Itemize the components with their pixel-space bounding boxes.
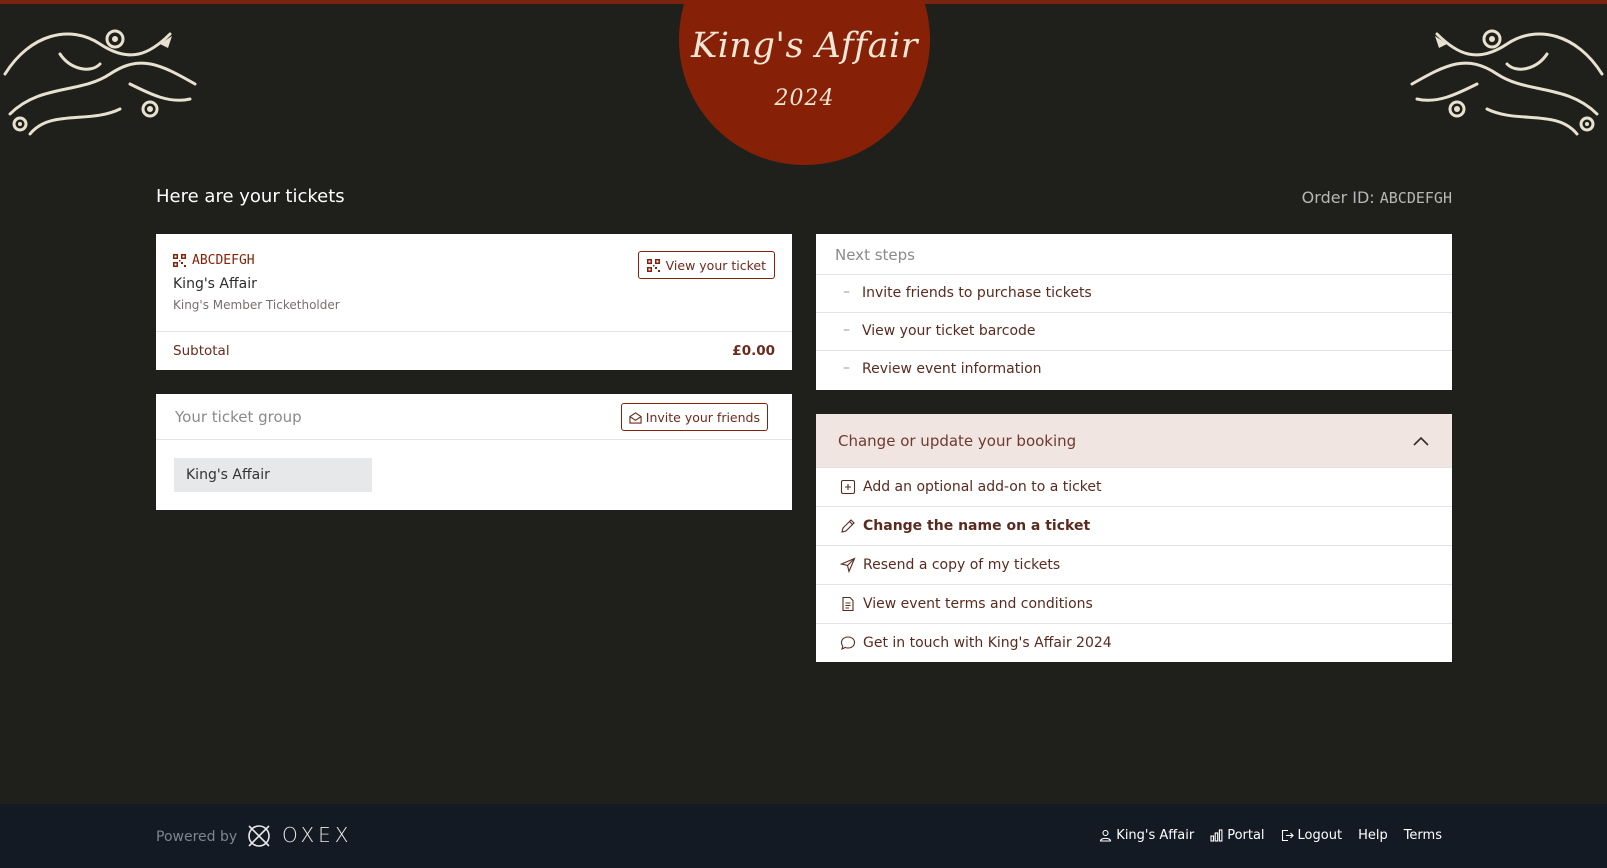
change-item-label: Resend a copy of my tickets <box>863 557 1061 573</box>
ornament-dragon-right <box>1410 29 1604 136</box>
change-booking-card: Change or update your booking Add an opt… <box>816 414 1452 662</box>
footer-links: King's Affair Portal Logout Help Terms <box>1099 828 1442 843</box>
footer-link-label: Logout <box>1297 828 1343 843</box>
change-item-label: Get in touch with King's Affair 2024 <box>863 635 1112 651</box>
change-item-contact[interactable]: Get in touch with King's Affair 2024 <box>816 624 1452 663</box>
invite-friends-button[interactable]: Invite your friends <box>620 403 768 431</box>
ticket-code-text: ABCDEFGH <box>192 253 255 268</box>
change-booking-header[interactable]: Change or update your booking <box>816 414 1452 468</box>
change-booking-title: Change or update your booking <box>838 432 1077 450</box>
event-logo[interactable]: King's Affair 2024 <box>679 0 930 165</box>
view-ticket-button[interactable]: View your ticket <box>637 251 775 279</box>
ornament-dragon-left <box>3 29 197 136</box>
logout-icon <box>1281 829 1294 842</box>
page-title: Here are your tickets <box>156 186 345 207</box>
chevron-up-icon[interactable] <box>1412 432 1430 450</box>
logo-title: King's Affair <box>691 26 918 66</box>
document-icon <box>842 596 854 612</box>
ticket-body: ABCDEFGH King's Affair King's Member Tic… <box>156 234 792 332</box>
dash-icon: – <box>843 322 850 338</box>
view-ticket-label: View your ticket <box>665 257 766 273</box>
order-id-label: Order ID: <box>1301 188 1375 207</box>
change-item-label: View event terms and conditions <box>863 596 1093 612</box>
order-id: Order ID: ABCDEFGH <box>1302 188 1452 207</box>
user-icon <box>1100 829 1112 842</box>
oxex-wordmark[interactable]: OXEX <box>282 823 353 847</box>
next-step-label: Invite friends to purchase tickets <box>862 285 1092 301</box>
plus-square-icon <box>840 479 856 495</box>
dash-icon: – <box>843 360 850 376</box>
qr-code-icon <box>646 258 660 272</box>
change-item-add-on[interactable]: Add an optional add-on to a ticket <box>816 468 1452 507</box>
invite-friends-label: Invite your friends <box>645 409 760 425</box>
bar-chart-icon <box>1210 829 1223 842</box>
subtotal-row: Subtotal £0.00 <box>156 332 792 370</box>
footer-link-help[interactable]: Help <box>1358 828 1388 843</box>
ticket-group-card: Your ticket group Invite your friends Ki… <box>156 394 792 510</box>
next-steps-card: Next steps – Invite friends to purchase … <box>816 234 1452 390</box>
change-item-resend[interactable]: Resend a copy of my tickets <box>816 546 1452 585</box>
send-icon <box>840 557 856 573</box>
next-step-item[interactable]: – Invite friends to purchase tickets <box>816 275 1452 313</box>
ticket-group-title: Your ticket group <box>175 408 302 426</box>
change-item-label: Add an optional add-on to a ticket <box>863 479 1102 495</box>
change-item-terms[interactable]: View event terms and conditions <box>816 585 1452 624</box>
dash-icon: – <box>843 284 850 300</box>
ticket-card: ABCDEFGH King's Affair King's Member Tic… <box>156 234 792 370</box>
next-step-label: View your ticket barcode <box>862 323 1036 339</box>
footer: Powered by OXEX King's Affair Portal Log… <box>0 804 1607 868</box>
ticket-group-header: Your ticket group Invite your friends <box>156 394 792 440</box>
next-step-label: Review event information <box>862 361 1042 377</box>
ticket-type: King's Member Ticketholder <box>173 298 340 312</box>
ticket-group-chip[interactable]: King's Affair <box>174 458 372 492</box>
subtotal-label: Subtotal <box>173 343 230 359</box>
order-id-value: ABCDEFGH <box>1379 189 1452 207</box>
footer-link-label: Help <box>1358 828 1388 843</box>
change-item-name[interactable]: Change the name on a ticket <box>816 507 1452 546</box>
ticket-event-name: King's Affair <box>173 276 257 292</box>
footer-link-account[interactable]: King's Affair <box>1099 828 1194 843</box>
next-step-item[interactable]: – Review event information <box>816 351 1452 389</box>
next-steps-header: Next steps <box>816 234 1452 275</box>
powered-by-label: Powered by <box>156 829 238 845</box>
chat-icon <box>840 636 856 651</box>
logo-year: 2024 <box>774 86 835 111</box>
oxex-logo-icon[interactable] <box>246 823 272 849</box>
envelope-open-icon <box>629 411 642 424</box>
next-steps-title: Next steps <box>835 246 915 264</box>
footer-link-label: Terms <box>1403 828 1442 843</box>
qr-code-icon <box>173 254 186 267</box>
footer-link-terms[interactable]: Terms <box>1404 828 1442 843</box>
next-step-item[interactable]: – View your ticket barcode <box>816 313 1452 351</box>
footer-link-label: King's Affair <box>1116 828 1195 843</box>
change-item-label: Change the name on a ticket <box>863 518 1091 534</box>
footer-link-label: Portal <box>1227 828 1265 843</box>
footer-link-portal[interactable]: Portal <box>1210 828 1265 843</box>
subtotal-value: £0.00 <box>732 343 775 359</box>
pencil-icon <box>841 519 855 533</box>
ticket-code: ABCDEFGH <box>173 253 255 268</box>
footer-link-logout[interactable]: Logout <box>1281 828 1343 843</box>
